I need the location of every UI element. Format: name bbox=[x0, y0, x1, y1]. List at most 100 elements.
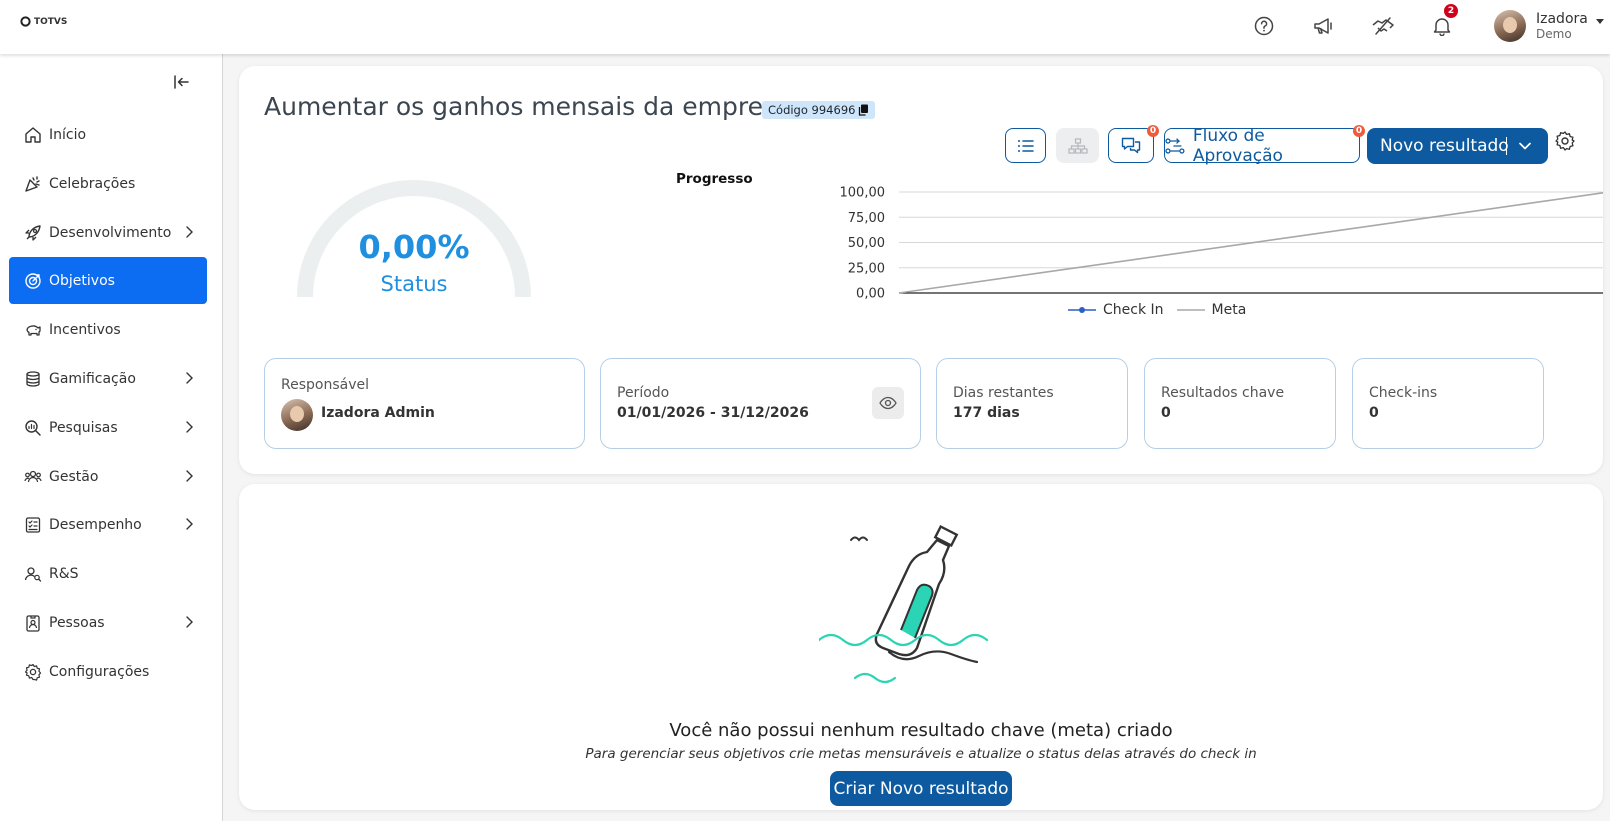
chart-legend: Check In Meta bbox=[1067, 302, 1246, 318]
party-icon bbox=[23, 174, 43, 194]
help-icon[interactable] bbox=[1250, 12, 1278, 40]
sidebar-item-desenvolvimento[interactable]: Desenvolvimento bbox=[9, 209, 207, 256]
sidebar-item-pesquisas[interactable]: Pesquisas bbox=[9, 404, 207, 451]
sidebar-item-configuracoes[interactable]: Configurações bbox=[9, 648, 207, 695]
sidebar-item-label: Celebrações bbox=[49, 175, 136, 192]
sidebar-item-celebracoes[interactable]: Celebrações bbox=[9, 160, 207, 207]
create-new-result-label: Criar Novo resultado bbox=[833, 778, 1009, 799]
collapse-sidebar-icon[interactable] bbox=[172, 72, 192, 92]
chevron-right-icon bbox=[186, 421, 193, 433]
page-title: Aumentar os ganhos mensais da empresa bbox=[264, 92, 792, 121]
empty-state-title: Você não possui nenhum resultado chave (… bbox=[669, 720, 1173, 741]
notification-badge: 2 bbox=[1444, 4, 1458, 18]
legend-checkin-marker bbox=[1068, 307, 1096, 313]
y-tick-label: 25,00 bbox=[848, 261, 885, 276]
id-badge-icon bbox=[23, 613, 43, 633]
sidebar-item-gamificacao[interactable]: Gamificação bbox=[9, 355, 207, 402]
sidebar-item-rs[interactable]: R&S bbox=[9, 550, 207, 597]
logo-text: TOTVS bbox=[34, 16, 68, 27]
y-tick-label: 50,00 bbox=[848, 236, 885, 251]
caret-down-icon[interactable] bbox=[1595, 19, 1604, 25]
totvs-logo[interactable]: TOTVS bbox=[20, 16, 67, 27]
comments-button[interactable]: 0 bbox=[1108, 125, 1159, 163]
sidebar-item-inicio[interactable]: Início bbox=[9, 111, 207, 158]
user-search-icon bbox=[23, 564, 43, 584]
logo-ring-icon bbox=[20, 16, 31, 27]
top-bar: TOTVS 2 Izadora Demo bbox=[0, 0, 1610, 54]
home-icon bbox=[23, 125, 43, 145]
period-card: Período 01/01/2026 - 31/12/2026 bbox=[600, 358, 921, 449]
status-label: Status bbox=[380, 272, 448, 296]
user-name: Izadora bbox=[1536, 10, 1588, 27]
objective-summary-card: Aumentar os ganhos mensais da empresa Có… bbox=[239, 66, 1603, 474]
message-bottle-illustration-icon bbox=[819, 524, 989, 684]
tree-view-button[interactable] bbox=[1056, 128, 1099, 163]
days-left-card: Dias restantes 177 dias bbox=[936, 358, 1128, 449]
button-divider bbox=[1506, 137, 1507, 155]
key-results-empty-card: Você não possui nenhum resultado chave (… bbox=[239, 484, 1603, 810]
responsible-card: Responsável Izadora Admin bbox=[264, 358, 585, 449]
user-subtitle: Demo bbox=[1536, 26, 1572, 41]
chevron-right-icon bbox=[186, 616, 193, 628]
sidebar-item-incentivos[interactable]: Incentivos bbox=[9, 306, 207, 353]
sidebar-item-label: Início bbox=[49, 126, 87, 143]
new-result-label: Novo resultado bbox=[1380, 136, 1509, 156]
sidebar-item-label: Objetivos bbox=[49, 272, 115, 289]
sidebar-item-label: Configurações bbox=[49, 663, 150, 680]
y-tick-label: 75,00 bbox=[848, 211, 885, 226]
eye-icon bbox=[879, 396, 897, 410]
piggy-bank-icon bbox=[23, 320, 43, 340]
team-icon bbox=[23, 467, 43, 487]
legend-meta-label: Meta bbox=[1211, 302, 1247, 318]
create-new-result-button[interactable]: Criar Novo resultado bbox=[830, 771, 1012, 806]
responsible-label: Responsável bbox=[281, 377, 369, 393]
handshake-off-icon[interactable] bbox=[1369, 12, 1397, 40]
key-results-value: 0 bbox=[1161, 405, 1171, 421]
org-tree-icon bbox=[1067, 137, 1088, 154]
checkins-label: Check-ins bbox=[1369, 385, 1438, 401]
chevron-right-icon bbox=[186, 470, 193, 482]
key-results-card: Resultados chave 0 bbox=[1144, 358, 1336, 449]
objective-code-tag[interactable]: Código 994696 bbox=[762, 101, 876, 119]
progress-chart: 100,00 75,00 50,00 25,00 0,00 bbox=[840, 186, 1603, 302]
settings-gear-icon[interactable] bbox=[1554, 130, 1576, 152]
megaphone-icon[interactable] bbox=[1309, 12, 1337, 40]
coins-icon bbox=[23, 369, 43, 389]
empty-state-subtitle: Para gerenciar seus objetivos crie metas… bbox=[585, 746, 1257, 762]
sidebar-item-gestao[interactable]: Gestão bbox=[9, 453, 207, 500]
sidebar-item-label: Pesquisas bbox=[49, 419, 118, 436]
user-info: Izadora Demo bbox=[1536, 10, 1588, 41]
checkins-value: 0 bbox=[1369, 405, 1379, 421]
list-icon bbox=[1017, 139, 1034, 152]
sidebar-item-label: R&S bbox=[49, 565, 79, 582]
sidebar-item-objetivos[interactable]: Objetivos bbox=[9, 257, 207, 304]
sidebar-item-label: Gestão bbox=[49, 468, 99, 485]
flow-icon bbox=[1165, 137, 1185, 154]
rocket-icon bbox=[23, 223, 43, 243]
chevron-right-icon bbox=[186, 518, 193, 530]
y-tick-label: 100,00 bbox=[840, 186, 886, 201]
sidebar-item-label: Incentivos bbox=[49, 321, 121, 338]
chevron-down-icon[interactable] bbox=[1517, 138, 1533, 154]
new-result-button[interactable]: Novo resultado bbox=[1367, 128, 1548, 164]
gear-icon bbox=[23, 662, 43, 682]
avatar bbox=[281, 399, 313, 431]
user-menu[interactable]: Izadora Demo bbox=[1494, 10, 1604, 42]
sidebar-item-label: Desempenho bbox=[49, 516, 142, 533]
sidebar-item-label: Desenvolvimento bbox=[49, 224, 172, 241]
search-chart-icon bbox=[23, 418, 43, 438]
sidebar-item-label: Gamificação bbox=[49, 370, 136, 387]
sidebar-item-desempenho[interactable]: Desempenho bbox=[9, 501, 207, 548]
target-icon bbox=[23, 271, 43, 291]
chat-icon bbox=[1121, 137, 1141, 154]
approval-badge: 0 bbox=[1353, 125, 1365, 137]
sidebar-item-label: Pessoas bbox=[49, 614, 105, 631]
comments-badge: 0 bbox=[1147, 125, 1159, 137]
view-period-button[interactable] bbox=[872, 387, 904, 419]
approval-flow-button[interactable]: Fluxo de Aprovação 0 bbox=[1164, 125, 1365, 166]
list-view-button[interactable] bbox=[1005, 128, 1046, 163]
copy-icon[interactable] bbox=[858, 104, 869, 116]
responsible-name: Izadora Admin bbox=[321, 405, 435, 421]
bell-icon[interactable]: 2 bbox=[1428, 4, 1458, 40]
sidebar-item-pessoas[interactable]: Pessoas bbox=[9, 599, 207, 646]
